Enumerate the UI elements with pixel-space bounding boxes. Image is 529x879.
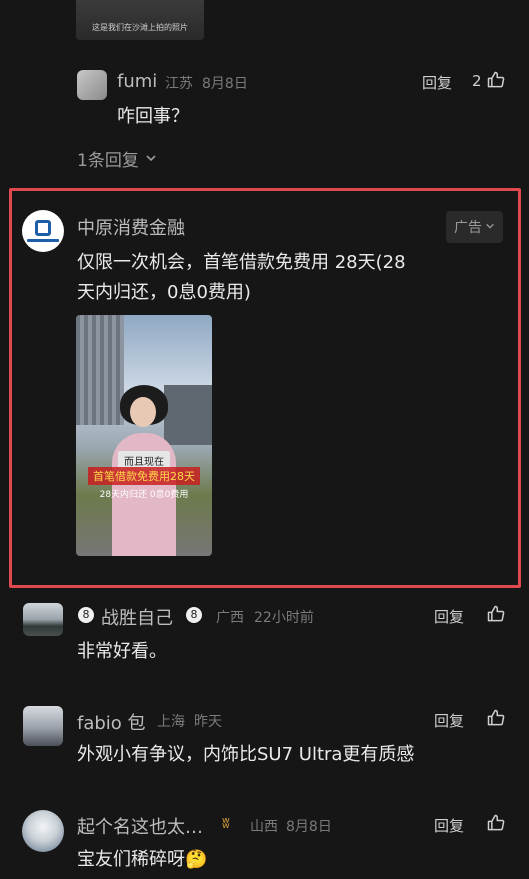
thumbnail-caption: 这是我们在沙滩上拍的照片 bbox=[92, 23, 188, 32]
ad-badge-label: 广告 bbox=[454, 220, 482, 236]
building-image bbox=[164, 385, 212, 445]
reply-button[interactable]: 回复 bbox=[434, 815, 464, 836]
chevron-down-icon bbox=[485, 219, 495, 235]
avatar[interactable] bbox=[22, 810, 64, 852]
badge-icon: 8 bbox=[186, 607, 202, 623]
comment-username[interactable]: 战胜自己 bbox=[101, 604, 173, 630]
ad-text[interactable]: 仅限一次机会，首笔借款免费用 28天(28 天内归还，0息0费用) bbox=[77, 248, 427, 308]
ad-video[interactable]: 而且现在 首笔借款免费用28天 28天内归还 0息0费用 bbox=[76, 315, 212, 556]
avatar[interactable] bbox=[23, 603, 63, 636]
comment-location: 上海 bbox=[157, 714, 185, 730]
comment-text: 非常好看。 bbox=[77, 641, 167, 662]
building-image bbox=[76, 315, 124, 425]
badge-icon: 8 bbox=[78, 607, 94, 623]
comment-text: 咋回事？ bbox=[117, 106, 189, 127]
ad-badge[interactable]: 广告 bbox=[446, 211, 503, 243]
thumb-up-icon[interactable] bbox=[486, 604, 506, 624]
like-count: 2 bbox=[472, 72, 482, 90]
thumb-up-icon[interactable] bbox=[486, 708, 506, 728]
comment-username[interactable]: fumi bbox=[117, 71, 157, 92]
reply-button[interactable]: 回复 bbox=[434, 606, 464, 627]
comment-date: 8月8日 bbox=[202, 76, 248, 92]
advertiser-logo[interactable] bbox=[22, 210, 64, 252]
avatar[interactable] bbox=[77, 70, 107, 100]
expand-replies[interactable]: 1条回复 bbox=[77, 146, 157, 171]
thumb-up-icon[interactable] bbox=[486, 70, 506, 90]
advertiser-name[interactable]: 中原消费金融 bbox=[77, 214, 185, 240]
comment-date: 22小时前 bbox=[254, 610, 314, 626]
chevron-down-icon bbox=[145, 149, 157, 169]
video-caption-small: 28天内归还 0息0费用 bbox=[99, 490, 189, 500]
comment-location: 江苏 bbox=[165, 76, 193, 92]
comment-date: 昨天 bbox=[194, 714, 222, 730]
reply-button[interactable]: 回复 bbox=[422, 72, 452, 93]
avatar[interactable] bbox=[23, 706, 63, 746]
comment-username[interactable]: 起个名这也太… bbox=[77, 813, 203, 839]
comment-location: 广西 bbox=[216, 610, 244, 626]
thumb-up-icon[interactable] bbox=[486, 813, 506, 833]
comment-location: 山西 bbox=[250, 819, 278, 835]
comment-username[interactable]: fabio 包 bbox=[77, 709, 146, 735]
reply-button[interactable]: 回复 bbox=[434, 710, 464, 731]
comment-text: 宝友们稀碎呀🤔 bbox=[77, 849, 208, 870]
badge-icon: ʬ bbox=[222, 814, 230, 832]
advertiser-logo-text bbox=[27, 239, 59, 242]
previous-video-thumbnail[interactable]: 这是我们在沙滩上拍的照片 bbox=[76, 0, 204, 40]
comment-date: 8月8日 bbox=[286, 819, 332, 835]
person-face bbox=[130, 397, 156, 427]
advertiser-logo-mark bbox=[35, 220, 51, 236]
video-caption-main: 首笔借款免费用28天 bbox=[88, 467, 200, 485]
expand-replies-label: 1条回复 bbox=[77, 151, 139, 171]
comment-text: 外观小有争议，内饰比SU7 Ultra更有质感 bbox=[77, 744, 415, 765]
